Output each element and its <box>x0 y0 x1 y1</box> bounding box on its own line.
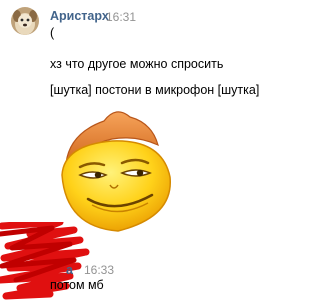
smiling-emoji-sticker[interactable] <box>52 105 184 237</box>
message-text: ( <box>50 26 55 40</box>
sender-name[interactable]: а <box>66 263 73 277</box>
message-text: хз что другое можно спросить <box>50 57 224 71</box>
sender-avatar[interactable] <box>11 7 39 35</box>
message-text: [шутка] постони в микрофон [шутка] <box>50 83 260 97</box>
chat-history: Аристарх 16:31 ( хз что другое можно спр… <box>0 0 286 302</box>
message-timestamp[interactable]: 16:31 <box>106 10 136 24</box>
sender-name[interactable]: Аристарх <box>50 9 109 23</box>
dog-avatar-image <box>11 7 39 35</box>
message-timestamp[interactable]: 16:33 <box>84 263 114 277</box>
message-text: потом мб <box>50 278 104 292</box>
emoji-face-icon <box>61 111 171 232</box>
